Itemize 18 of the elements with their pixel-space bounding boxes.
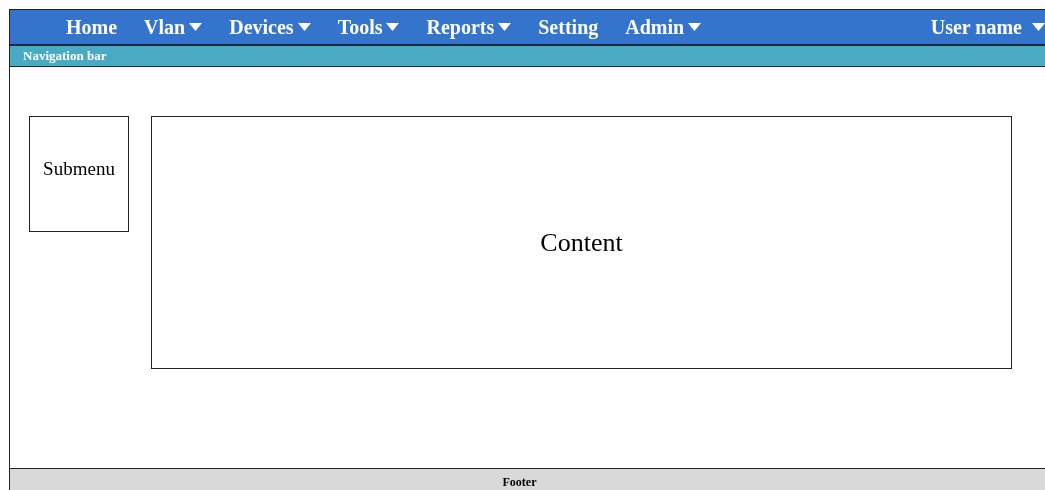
submenu-panel: Submenu <box>29 116 129 232</box>
caret-icon <box>498 23 512 31</box>
caret-icon <box>688 23 702 31</box>
caret-icon <box>297 23 311 31</box>
menu-item[interactable]: Setting <box>538 15 599 39</box>
content-panel: Content <box>151 116 1012 369</box>
navigation-bar-label: Navigation bar <box>23 48 107 64</box>
menu-item[interactable]: Reports <box>426 15 512 39</box>
caret-icon <box>386 23 400 31</box>
menu-item[interactable]: Devices <box>229 15 311 39</box>
menu-item[interactable]: Tools <box>337 15 400 39</box>
user-menu[interactable]: User name <box>930 15 1045 39</box>
caret-icon <box>1032 23 1045 31</box>
menu-item[interactable]: Admin <box>625 15 702 39</box>
footer-label: Footer <box>502 475 537 490</box>
menu-item[interactable]: Vlan <box>144 15 203 39</box>
caret-icon <box>189 23 203 31</box>
menu-item[interactable]: Home <box>66 15 118 39</box>
